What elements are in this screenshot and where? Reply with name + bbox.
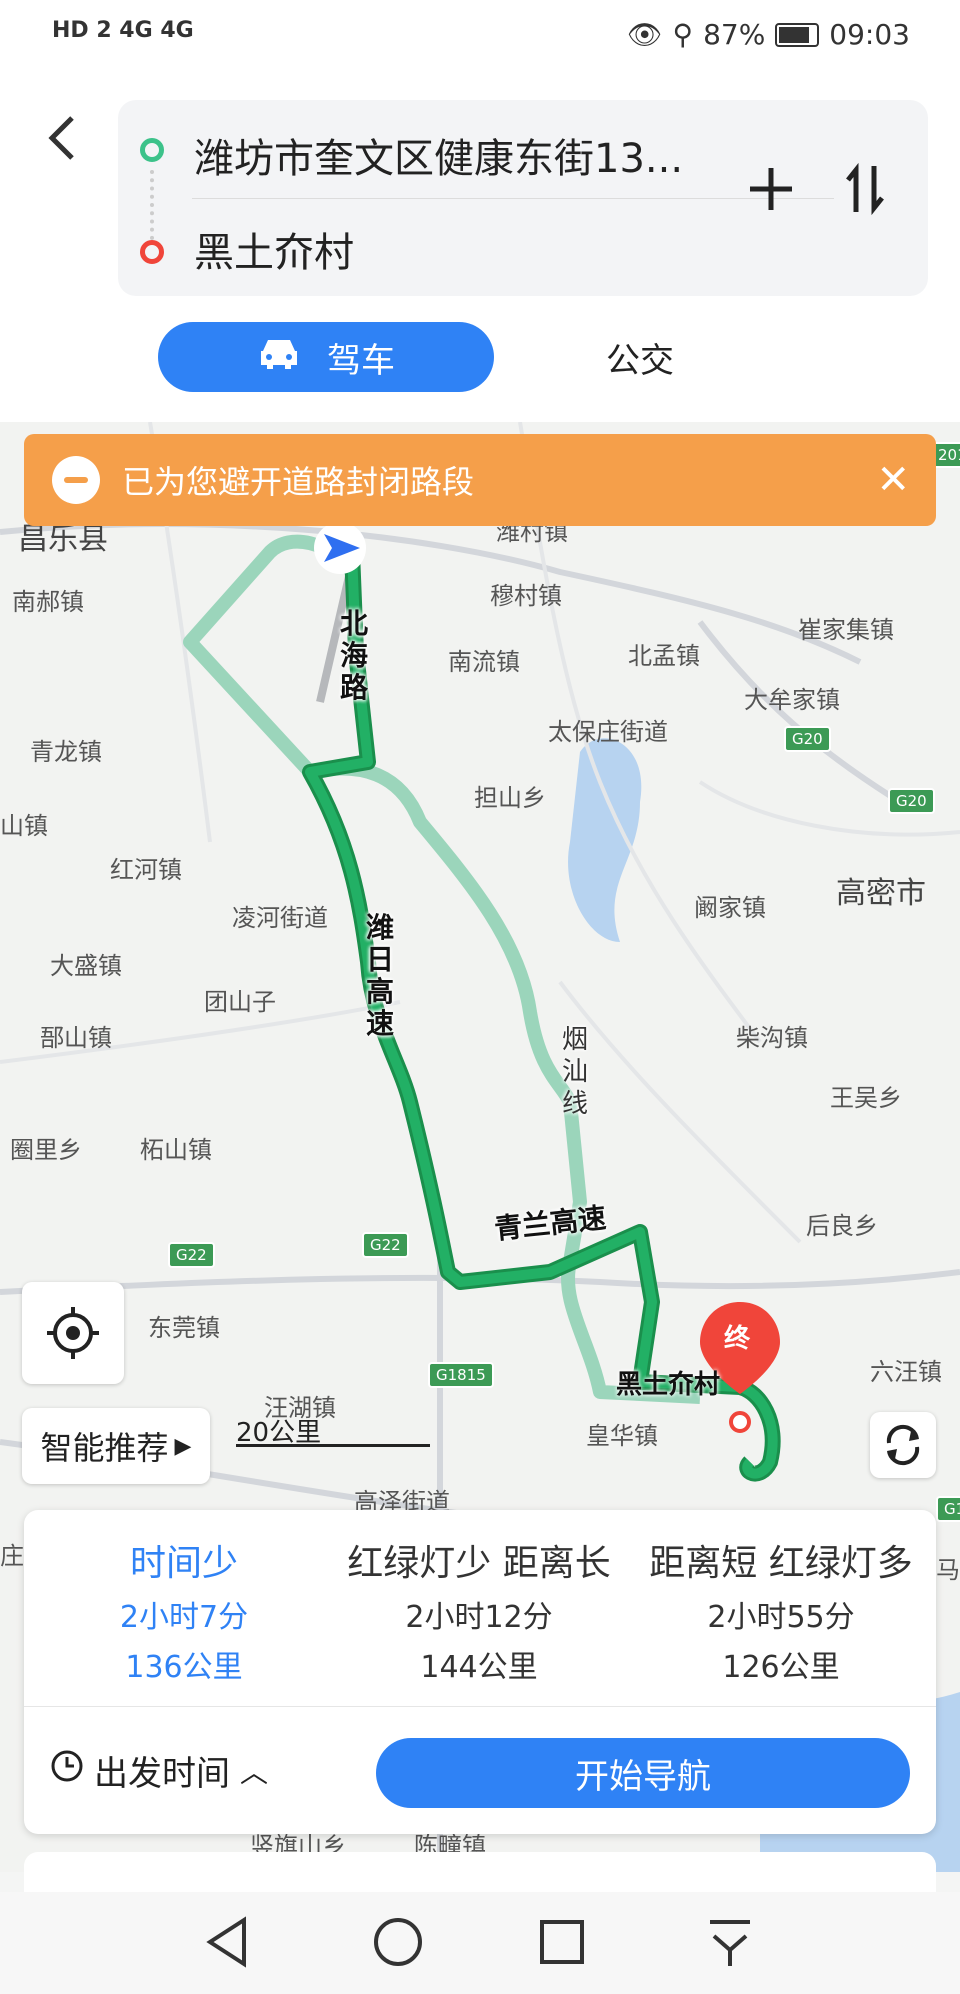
place-label: 圈里乡 — [10, 1136, 82, 1164]
road-label-yanshan: 烟汕线 — [562, 1025, 589, 1119]
place-label: 北孟镇 — [628, 642, 700, 670]
place-label: 高密市 — [836, 876, 926, 911]
place-label: 大牟家镇 — [744, 686, 840, 714]
start-navigation-button[interactable]: 开始导航 — [376, 1738, 910, 1808]
route-option-fewer-lights[interactable]: 红绿灯少 距离长 2小时12分 144公里 — [334, 1534, 624, 1686]
tab-drive-label: 驾车 — [327, 340, 395, 381]
reservoir — [568, 738, 642, 942]
place-label: 大盛镇 — [50, 952, 122, 980]
route-header: 潍坊市奎文区健康东街13... 黑土夼村 驾车 公交 — [0, 72, 960, 422]
place-label: 后良乡 — [806, 1212, 878, 1240]
route-option-title: 距离短 红绿灯多 — [649, 1543, 913, 1584]
card-below-sheet — [24, 1852, 936, 1892]
scale-bar — [236, 1444, 430, 1447]
place-label: 六汪镇 — [870, 1358, 942, 1386]
route-option-duration: 2小时12分 — [405, 1600, 553, 1635]
place-label: 团山子 — [204, 988, 276, 1016]
system-nav-bar — [0, 1892, 960, 1994]
close-icon[interactable]: ✕ — [876, 457, 910, 503]
highway-shield: G1 — [936, 1496, 960, 1522]
location-icon: ⚲ — [672, 18, 694, 51]
nav-recents-icon[interactable] — [536, 1914, 588, 1974]
minus-circle-icon — [52, 456, 100, 504]
destination-field[interactable]: 黑土夼村 — [194, 220, 354, 278]
chevron-up-icon: ︿ — [240, 1755, 269, 1789]
tab-drive[interactable]: 驾车 — [158, 322, 494, 392]
route-option-shortest[interactable]: 距离短 红绿灯多 2小时55分 126公里 — [636, 1534, 926, 1686]
road-label-beihai: 北海路 — [340, 607, 369, 704]
road-closure-notice: 已为您避开道路封闭路段 ✕ — [24, 434, 936, 526]
place-label: 青龙镇 — [30, 738, 102, 766]
tab-bus[interactable]: 公交 — [560, 322, 720, 392]
plus-icon[interactable] — [746, 164, 796, 218]
car-icon — [257, 335, 301, 380]
route-option-distance: 136公里 — [125, 1650, 243, 1685]
smart-recommend-button[interactable]: 智能推荐 ▶ — [22, 1408, 210, 1484]
place-label: 担山乡 — [474, 784, 546, 812]
place-label: 柘山镇 — [140, 1136, 212, 1164]
smart-recommend-label: 智能推荐 — [40, 1429, 169, 1467]
route-input-box: 潍坊市奎文区健康东街13... 黑土夼村 — [118, 100, 928, 296]
transport-tabs: 驾车 公交 — [0, 322, 960, 396]
place-label: 太保庄街道 — [548, 718, 668, 746]
route-options-card: 时间少 2小时7分 136公里 红绿灯少 距离长 2小时12分 144公里 距离… — [24, 1510, 936, 1834]
card-divider — [24, 1706, 936, 1707]
highway-shield: G1815 — [428, 1362, 494, 1388]
back-arrow-icon[interactable] — [44, 112, 84, 172]
highway-shield: G22 — [168, 1242, 215, 1268]
refresh-icon[interactable] — [870, 1412, 936, 1478]
battery-icon — [775, 22, 820, 47]
place-label: 阚家镇 — [694, 894, 766, 922]
notice-text: 已为您避开道路封闭路段 — [122, 463, 475, 501]
road-label-weiri: 潍日高速 — [366, 911, 395, 1040]
place-label: 皇华镇 — [586, 1422, 658, 1450]
clock: 09:03 — [829, 18, 910, 51]
place-label: 王吴乡 — [830, 1084, 902, 1112]
origin-field[interactable]: 潍坊市奎文区健康东街13... — [194, 126, 683, 184]
place-label: 郚山镇 — [40, 1024, 112, 1052]
eye-icon: 👁 — [627, 18, 663, 51]
route-option-distance: 144公里 — [420, 1650, 538, 1685]
route-option-title: 时间少 — [129, 1543, 238, 1584]
destination-dot-icon — [140, 240, 164, 264]
route-option-duration: 2小时7分 — [119, 1600, 249, 1635]
highway-shield: G22 — [362, 1232, 409, 1258]
status-bar: HD 2 4G 4G 👁 ⚲ 87% 09:03 — [0, 0, 960, 72]
locate-icon[interactable] — [22, 1282, 124, 1384]
departure-time-button[interactable]: 出发时间 ︿ — [50, 1746, 268, 1795]
divider — [192, 198, 834, 199]
highway-shield: G20 — [784, 726, 831, 752]
place-label: 南流镇 — [448, 648, 520, 676]
nav-notification-icon[interactable] — [704, 1914, 756, 1974]
place-label: 柴沟镇 — [736, 1024, 808, 1052]
route-connector — [150, 170, 154, 240]
origin-dot-icon — [140, 138, 164, 162]
nav-back-icon[interactable] — [202, 1914, 252, 1974]
nav-home-icon[interactable] — [370, 1914, 426, 1974]
place-label: 凌河街道 — [232, 904, 328, 932]
route-option-title: 红绿灯少 距离长 — [347, 1543, 611, 1584]
clock-icon — [50, 1749, 84, 1792]
route-option-fastest[interactable]: 时间少 2小时7分 136公里 — [74, 1534, 294, 1686]
status-right: 👁 ⚲ 87% 09:03 — [627, 18, 910, 51]
departure-time-label: 出发时间 — [94, 1754, 230, 1794]
route-option-distance: 126公里 — [722, 1650, 840, 1685]
place-label: 崔家集镇 — [798, 616, 894, 644]
place-label: 庄 — [0, 1542, 24, 1570]
place-label: 东莞镇 — [148, 1314, 220, 1342]
highway-shield: G20 — [888, 788, 935, 814]
signal-indicators: HD 2 4G 4G — [52, 18, 194, 43]
place-label: 红河镇 — [110, 856, 182, 884]
destination-point — [729, 1411, 751, 1433]
triangle-right-icon: ▶ — [174, 1433, 192, 1459]
place-label: 穆村镇 — [490, 582, 562, 610]
destination-label: 黑土夼村 — [616, 1370, 721, 1400]
route-option-duration: 2小时55分 — [707, 1600, 855, 1635]
place-label: 南郝镇 — [12, 588, 84, 616]
swap-icon[interactable] — [840, 160, 890, 222]
destination-pin-label: 终 — [724, 1324, 751, 1354]
battery-percent: 87% — [703, 18, 766, 51]
place-label: 马 — [936, 1556, 960, 1584]
place-label: 山镇 — [0, 812, 48, 840]
